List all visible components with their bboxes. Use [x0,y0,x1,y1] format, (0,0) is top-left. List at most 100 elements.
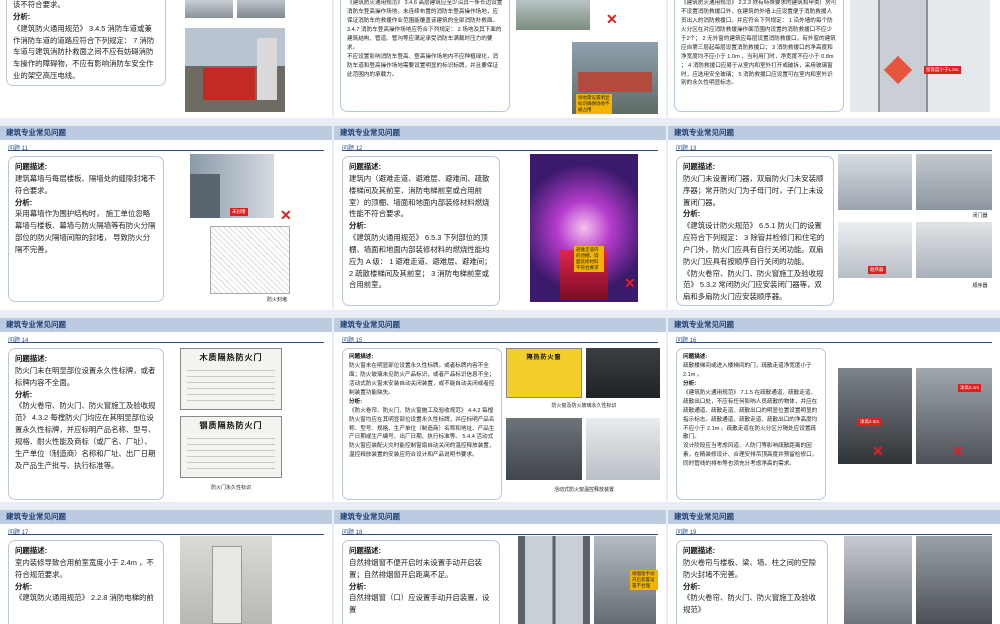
slide-problem-16: 建筑专业常见问题 问题 16 问题描述: 疏散楼梯间或进入楼梯间的门，疏散走道净… [668,318,1000,502]
slide-problem-11: 建筑专业常见问题 问题 11 问题描述: 建筑幕墙与每层楼板、隔墙处的缝隙封堵不… [0,126,332,310]
plate-title: 隔热防火窗 [526,355,562,361]
line: 疏散楼梯间或进入楼梯间的门，疏散走道净宽度小于 2.1m 。 [683,362,812,378]
plate-title: 钢质隔热防火门 [199,421,263,430]
slide-problem-10: 该不符合要求。 分析: 《建筑防火通用规范》 3.4.5 消防车道或兼作消防车道… [0,0,332,118]
caption: 活动式防火窗温控释放装置 [553,487,614,493]
line: 建筑内（避难走道、避难层、避难间、疏散楼梯间及其前室、消防电梯前室或合用前室）的… [349,173,490,219]
window-photo [506,418,582,480]
caption: 防火窗及防火玻璃永久性标识 [551,403,617,409]
line: 分析: [15,581,33,591]
line: 《建筑防火通用规范》 2.2.8 消防电梯的前 [15,593,154,603]
text-card: 问题描述: 室内装修导致合用前室宽度小于 2.4m ，不符合规范要求。 分析: … [8,540,164,624]
line: 设计阶段应当考虑风道、人防门等影响疏散距离的因素，在精装修设计、合理安排吊顶高度… [683,443,818,468]
text-card: 问题描述: 自然排烟窗不便开启时未设置手动开启装置；自然排烟窗开启距离不足。 分… [342,540,500,624]
line: 防火卷帘与楼板、梁、墙、柱之间的空隙防火封堵不完善。 [683,557,817,579]
line: 问题描述: [15,546,48,555]
line: 《建筑防火通用规范》 7.1.5 在疏散通道、疏散走道、疏散出口处，不应有任何影… [683,389,818,441]
slide-header: 建筑专业常见问题 [0,318,332,332]
text-card: 问题描述: 疏散楼梯间或进入楼梯间的门，疏散走道净宽度小于 2.1m 。 分析:… [676,348,826,500]
line: 分析: [15,389,33,399]
coordinator-photo [916,222,992,278]
detail-drawing [210,226,290,294]
x-mark-icon: ✕ [280,207,292,223]
x-mark-icon: ✕ [624,275,636,291]
line: 分析: [349,581,367,591]
text-card: 问题描述: 防火门未设置闭门器，双扇防火门未安装顺序器；常开防火门为子母门时，子… [676,156,834,306]
slide-header: 建筑专业常见问题 [668,318,1000,332]
line: 自然排烟窗不便开启时未设置手动开启装置；自然排烟窗开启距离不足。 [349,557,483,579]
slide-problem-13: 建筑专业常见问题 问题 13 问题描述: 防火门未设置闭门器，双扇防火门未安装顺… [668,126,1000,310]
line: 《防火卷帘、防火门、防火窗施工及验收规范》 4.4.2 每樘防火窗均应在其明显部… [349,407,495,459]
text-card: 该不符合要求。 分析: 《建筑防火通用规范》 3.4.5 消防车道或兼作消防车道… [6,0,166,86]
door-nameplate: 钢质隔热防火门 [180,416,282,478]
text-card: 问题描述: 防火卷帘与楼板、梁、墙、柱之间的空隙防火封堵不完善。 分析: 《防火… [676,540,828,624]
x-mark-icon: ✕ [872,443,884,459]
slide-problem-17: 建筑专业常见问题 问题 17 问题描述: 室内装修导致合用前室宽度小于 2.4m… [0,510,332,624]
line: 问题描述: [349,546,382,555]
corridor-photo [530,154,638,302]
slide-problem-15: 建筑专业常见问题 问题 15 问题描述: 防火窗未在明显部位设置永久性标牌，或者… [334,318,666,502]
slide-problem-19: 建筑专业常见问题 问题 19 问题描述: 防火卷帘与楼板、梁、墙、柱之间的空隙防… [668,510,1000,624]
door-closer-photo [838,154,912,210]
line: 《防火卷帘、防火门、防火窗施工及验收规范》 4.3.2 每樘防火门均应在其明显部… [15,401,156,470]
line: 《建筑防火通用规范》 6.5.3 下列部位的顶棚、墙面和地面内部装修材料的燃烧性… [349,233,492,290]
line: 不应设置影响消防车登高、登高操作场地内不应种植绿化，消防车道和登高操作场地需要设… [347,53,499,78]
line: 分析: [13,11,31,21]
anteroom-photo [180,536,272,624]
building-photo [185,0,233,18]
line: 分析: [15,197,33,207]
line: 问题描述: [349,354,374,360]
annotation-tag: 未封堵 [230,208,248,216]
annotation-tag: 顺序器 [868,266,886,274]
caption: 顺序器 [972,283,988,289]
annotation-tag: 净高2.1m [958,384,982,392]
x-mark-icon: ✕ [952,443,964,459]
text-card: 问题描述: 建筑内（避难走道、避难层、避难间、疏散楼梯间及其前室、消防电梯前室或… [342,156,500,306]
line: 《防火卷帘、防火门、防火窗施工及验收规范》 5.3.2 常闭防火门应安装闭门器等… [683,268,824,302]
slide-header: 建筑专业常见问题 [334,126,666,140]
caption: 防火门永久性标识 [210,485,251,491]
line: 《建筑防火通用规范》 3.4.5 消防车道或兼作消防车道的道路应符合下列规定： … [13,23,155,81]
line: 该不符合要求。 [13,0,65,9]
slide-grid: 该不符合要求。 分析: 《建筑防火通用规范》 3.4.5 消防车道或兼作消防车道… [0,0,1000,624]
shutter-photo [916,536,992,624]
window-nameplate: 隔热防火窗 [506,348,582,398]
line: 问题描述: [15,162,48,171]
text-card: 《建筑防火通用规范》 3.4.6 高层建筑应至少沿其一条长边设置消防车登高操作场… [340,0,510,112]
slide-header: 建筑专业常见问题 [334,318,666,332]
slide-header: 建筑专业常见问题 [0,126,332,140]
door-nameplate: 木质隔热防火门 [180,348,282,410]
site-photo [516,0,590,30]
door-closer-photo [916,154,992,210]
smoke-window-photo [518,536,590,624]
line: 自然排烟窗（口）应设置手动开启装置，设置 [349,593,490,615]
annotation-tag: 场地需设置明显标识确保场地不被占用 [576,94,612,114]
line: 采用幕墙作为围护结构时， 施工单位忽略幕墙与楼板、幕墙与防火隔墙等有防火分隔部位… [15,209,156,254]
line: 问题描述: [683,546,716,555]
line: 问题描述: [15,354,48,363]
drawing-caption: 防火封堵 [266,297,287,303]
text-card: 问题描述: 防火门未在明显部位设置永久性标牌，或者标牌内容不全面。 分析: 《防… [8,348,164,500]
slide-problem-fire-access: 《建筑防火通用规范》 3.4.6 高层建筑应至少沿其一条长边设置消防车登高操作场… [334,0,666,118]
line: 《建筑防火通用规范》 2.2.3 除有特殊要求的建筑和甲类厂房可不设置消防救援口… [681,0,837,87]
line: 防火窗未在明显部位设置永久性标牌，或者标牌内容不全面；防火玻璃未见防火产品标识，… [349,362,495,396]
line: 问题描述: [683,354,708,360]
slide-problem-18: 建筑专业常见问题 问题 18 问题描述: 自然排烟窗不便开启时未设置手动开启装置… [334,510,666,624]
text-card: 问题描述: 防火窗未在明显部位设置永久性标牌，或者标牌内容不全面；防火玻璃未见防… [342,348,502,500]
text-card: 问题描述: 建筑幕墙与每层楼板、隔墙处的缝隙封堵不符合要求。 分析: 采用幕墙作… [8,156,164,302]
line: 防火门未在明显部位设置永久性标牌，或者标牌内容不全面。 [15,365,156,387]
line: 分析: [683,380,697,387]
annotation-tag: 避难走道内的顶棚、墙面装修材料不符合要求 [574,246,604,272]
fire-truck-photo [185,28,285,112]
line: 防火门未设置闭门器，双扇防火门未安装顺序器；常开防火门为子母门时，子门上未设置闭… [683,173,824,207]
window-photo [586,418,660,480]
text-card: 《建筑防火通用规范》 2.2.3 除有特殊要求的建筑和甲类厂房可不设置消防救援口… [674,0,844,112]
line: 问题描述: [683,162,716,171]
slide-problem-12: 建筑专业常见问题 问题 12 问题描述: 建筑内（避难走道、避难层、避难间、疏散… [334,126,666,310]
slide-header: 建筑专业常见问题 [668,126,1000,140]
shutter-photo [844,536,912,624]
line: 《建筑设计防火规范》 6.5.1 防火门的设置应符合下列规定： 3 除管井检修门… [683,221,825,266]
line: 分析: [683,209,701,219]
slide-header: 建筑专业常见问题 [668,510,1000,524]
annotation-tag: 净高2.0m [858,418,882,426]
